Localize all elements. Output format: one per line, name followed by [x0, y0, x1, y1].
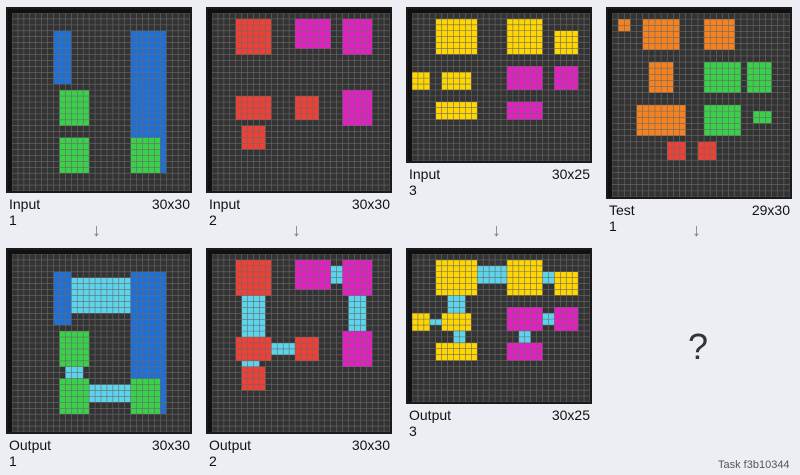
down-arrow-icon: ↓	[92, 220, 101, 240]
colored-cell-block	[441, 313, 472, 331]
down-arrow-icon: ↓	[292, 220, 301, 240]
colored-cell-block	[53, 30, 72, 85]
panel-label: Input 2	[209, 196, 241, 228]
colored-cell-block	[412, 72, 430, 90]
panel-label: Output 2	[209, 437, 252, 469]
grid-input-1	[6, 7, 192, 193]
down-arrow-icon: ↓	[692, 220, 701, 240]
grid-input-2	[206, 7, 392, 193]
colored-cell-block	[447, 295, 466, 314]
colored-cell-block	[667, 141, 686, 161]
panel-label: Output 1	[9, 437, 52, 469]
panel-dims: 29x30	[751, 202, 790, 218]
colored-cell-block	[704, 19, 735, 50]
colored-cell-block	[697, 141, 717, 161]
colored-cell-block	[412, 313, 430, 331]
grid-input-3	[406, 7, 592, 163]
panel-label: Test 1	[609, 202, 635, 234]
colored-cell-block	[477, 265, 507, 284]
grid-output-3	[406, 248, 592, 404]
panel-dims: 30x25	[551, 166, 590, 182]
panel-label: Input 1	[9, 196, 41, 228]
panel-dims: 30x30	[351, 196, 390, 212]
colored-cell-block	[53, 271, 72, 326]
panel-dims: 30x30	[151, 196, 190, 212]
panel-label: Output 3	[409, 407, 452, 439]
grid-output-2	[206, 248, 392, 434]
grid-output-1	[6, 248, 192, 434]
unknown-output-question-mark: ?	[688, 326, 709, 367]
panel-dims: 30x25	[551, 407, 590, 423]
grid-test-1	[606, 7, 792, 199]
panel-dims: 30x30	[151, 437, 190, 453]
colored-cell-block	[441, 72, 472, 90]
down-arrow-icon: ↓	[492, 220, 501, 240]
panel-dims: 30x30	[351, 437, 390, 453]
task-id-label: Task f3b10344	[718, 459, 790, 471]
panel-label: Input 3	[409, 166, 441, 198]
